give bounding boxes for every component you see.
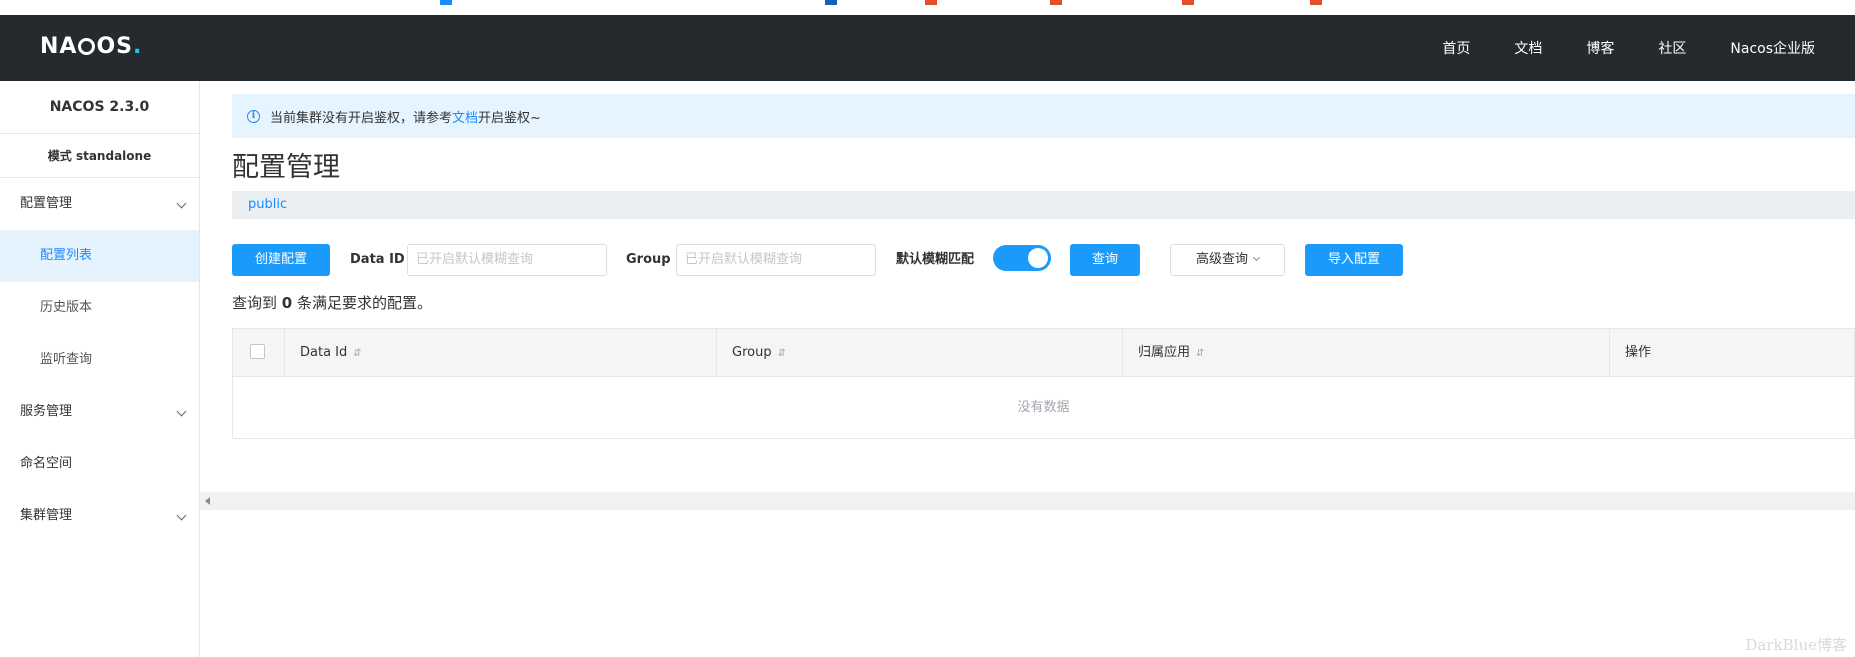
sort-icon[interactable]: ⇵ <box>1196 348 1204 359</box>
nav-community-link[interactable]: 社区 <box>1636 38 1708 58</box>
group-label: Group <box>626 252 671 267</box>
query-toolbar: 创建配置 Data ID 已开启默认模糊查询 Group 已开启默认模糊查询 默… <box>232 244 1855 276</box>
bookmark-icon <box>1310 0 1322 5</box>
select-all-checkbox[interactable] <box>250 344 265 359</box>
namespace-bar: public <box>232 191 1855 219</box>
column-label: Group <box>732 345 772 360</box>
column-header-actions: 操作 <box>1609 329 1855 376</box>
column-label: 操作 <box>1625 345 1652 360</box>
bookmark-icon <box>1182 0 1194 5</box>
sidebar-item-history[interactable]: 历史版本 <box>0 282 199 334</box>
auth-notice: i 当前集群没有开启鉴权，请参考 文档 开启鉴权~ <box>232 94 1855 138</box>
sidebar-item-label: 命名空间 <box>20 456 73 471</box>
main-content: i 当前集群没有开启鉴权，请参考 文档 开启鉴权~ 配置管理 public 创建配置… <box>200 81 1855 657</box>
top-header: NA OS. 首页 文档 博客 社区 Nacos企业版 <box>0 15 1855 81</box>
advanced-query-label: 高级查询 <box>1195 252 1248 267</box>
fuzzy-match-label: 默认模糊匹配 <box>896 252 975 267</box>
empty-state: 没有数据 <box>1017 400 1070 415</box>
sidebar-item-listener-query[interactable]: 监听查询 <box>0 334 199 386</box>
sidebar-item-label: 服务管理 <box>20 404 73 419</box>
nav-enterprise-link[interactable]: Nacos企业版 <box>1708 38 1855 58</box>
chevron-down-icon <box>176 510 187 521</box>
sidebar-version: NACOS 2.3.0 <box>0 81 199 134</box>
bookmark-icon <box>925 0 937 5</box>
nacos-logo[interactable]: NA OS. <box>40 34 142 59</box>
group-input[interactable]: 已开启默认模糊查询 <box>676 244 876 276</box>
horizontal-scrollbar[interactable] <box>200 492 1855 510</box>
notice-text: 当前集群没有开启鉴权，请参考 <box>270 110 453 126</box>
logo-ring-icon <box>78 38 96 55</box>
sidebar-item-namespace[interactable]: 命名空间 <box>0 438 199 490</box>
sidebar-item-label: 配置列表 <box>40 248 93 263</box>
notice-text-suffix: 开启鉴权~ <box>478 110 541 126</box>
namespace-public-link[interactable]: public <box>248 197 287 212</box>
sidebar-item-cluster-management[interactable]: 集群管理 <box>0 490 199 542</box>
top-nav: 首页 文档 博客 社区 Nacos企业版 <box>1420 15 1855 81</box>
column-header-group[interactable]: Group ⇵ <box>716 329 1122 376</box>
page-title: 配置管理 <box>232 152 340 183</box>
sidebar-mode: 模式 standalone <box>0 134 199 178</box>
bookmark-icon <box>440 0 452 5</box>
bookmark-icon <box>1050 0 1062 5</box>
nav-home-link[interactable]: 首页 <box>1420 38 1492 58</box>
sidebar-item-config-list[interactable]: 配置列表 <box>0 230 199 282</box>
sidebar-item-label: 监听查询 <box>40 352 93 367</box>
sort-icon[interactable]: ⇵ <box>778 348 786 359</box>
dataid-label: Data ID <box>350 252 405 267</box>
column-label: 归属应用 <box>1138 345 1191 360</box>
result-summary: 查询到 0 条满足要求的配置。 <box>232 292 432 313</box>
watermark: DarkBlue博客 <box>1745 636 1847 654</box>
chevron-down-icon <box>176 406 187 417</box>
sidebar-item-label: 历史版本 <box>40 300 93 315</box>
info-icon: i <box>247 109 260 123</box>
sort-icon[interactable]: ⇵ <box>353 348 361 359</box>
advanced-query-button[interactable]: 高级查询 <box>1170 244 1285 276</box>
query-button[interactable]: 查询 <box>1070 244 1140 276</box>
create-config-button[interactable]: 创建配置 <box>232 244 330 276</box>
chevron-down-icon <box>176 198 187 209</box>
dataid-input[interactable]: 已开启默认模糊查询 <box>407 244 607 276</box>
notice-docs-link[interactable]: 文档 <box>452 107 478 126</box>
chevron-down-icon <box>1252 253 1261 262</box>
result-count: 0 <box>281 294 293 312</box>
result-prefix: 查询到 <box>232 294 278 312</box>
column-header-data-id[interactable]: Data Id ⇵ <box>284 329 716 376</box>
select-all-cell <box>233 329 284 376</box>
sidebar-item-label: 配置管理 <box>20 196 73 211</box>
column-label: Data Id <box>300 345 348 360</box>
toggle-knob <box>1028 248 1048 268</box>
nav-blog-link[interactable]: 博客 <box>1564 38 1636 58</box>
import-config-button[interactable]: 导入配置 <box>1305 244 1403 276</box>
bookmark-icon <box>825 0 837 5</box>
sidebar-item-config-management[interactable]: 配置管理 <box>0 178 199 230</box>
browser-bookmark-strip <box>0 0 1855 15</box>
column-header-app[interactable]: 归属应用 ⇵ <box>1122 329 1609 376</box>
nav-docs-link[interactable]: 文档 <box>1492 38 1564 58</box>
scroll-left-icon[interactable] <box>205 497 210 505</box>
sidebar-item-service-management[interactable]: 服务管理 <box>0 386 199 438</box>
sidebar: NACOS 2.3.0 模式 standalone 配置管理 配置列表 历史版本… <box>0 81 200 657</box>
sidebar-item-label: 集群管理 <box>20 508 73 523</box>
table-header: Data Id ⇵ Group ⇵ 归属应用 ⇵ 操作 <box>233 329 1854 377</box>
result-suffix: 条满足要求的配置。 <box>297 294 433 312</box>
fuzzy-match-toggle[interactable] <box>993 245 1051 271</box>
config-table: Data Id ⇵ Group ⇵ 归属应用 ⇵ 操作 没有数据 <box>232 328 1855 439</box>
